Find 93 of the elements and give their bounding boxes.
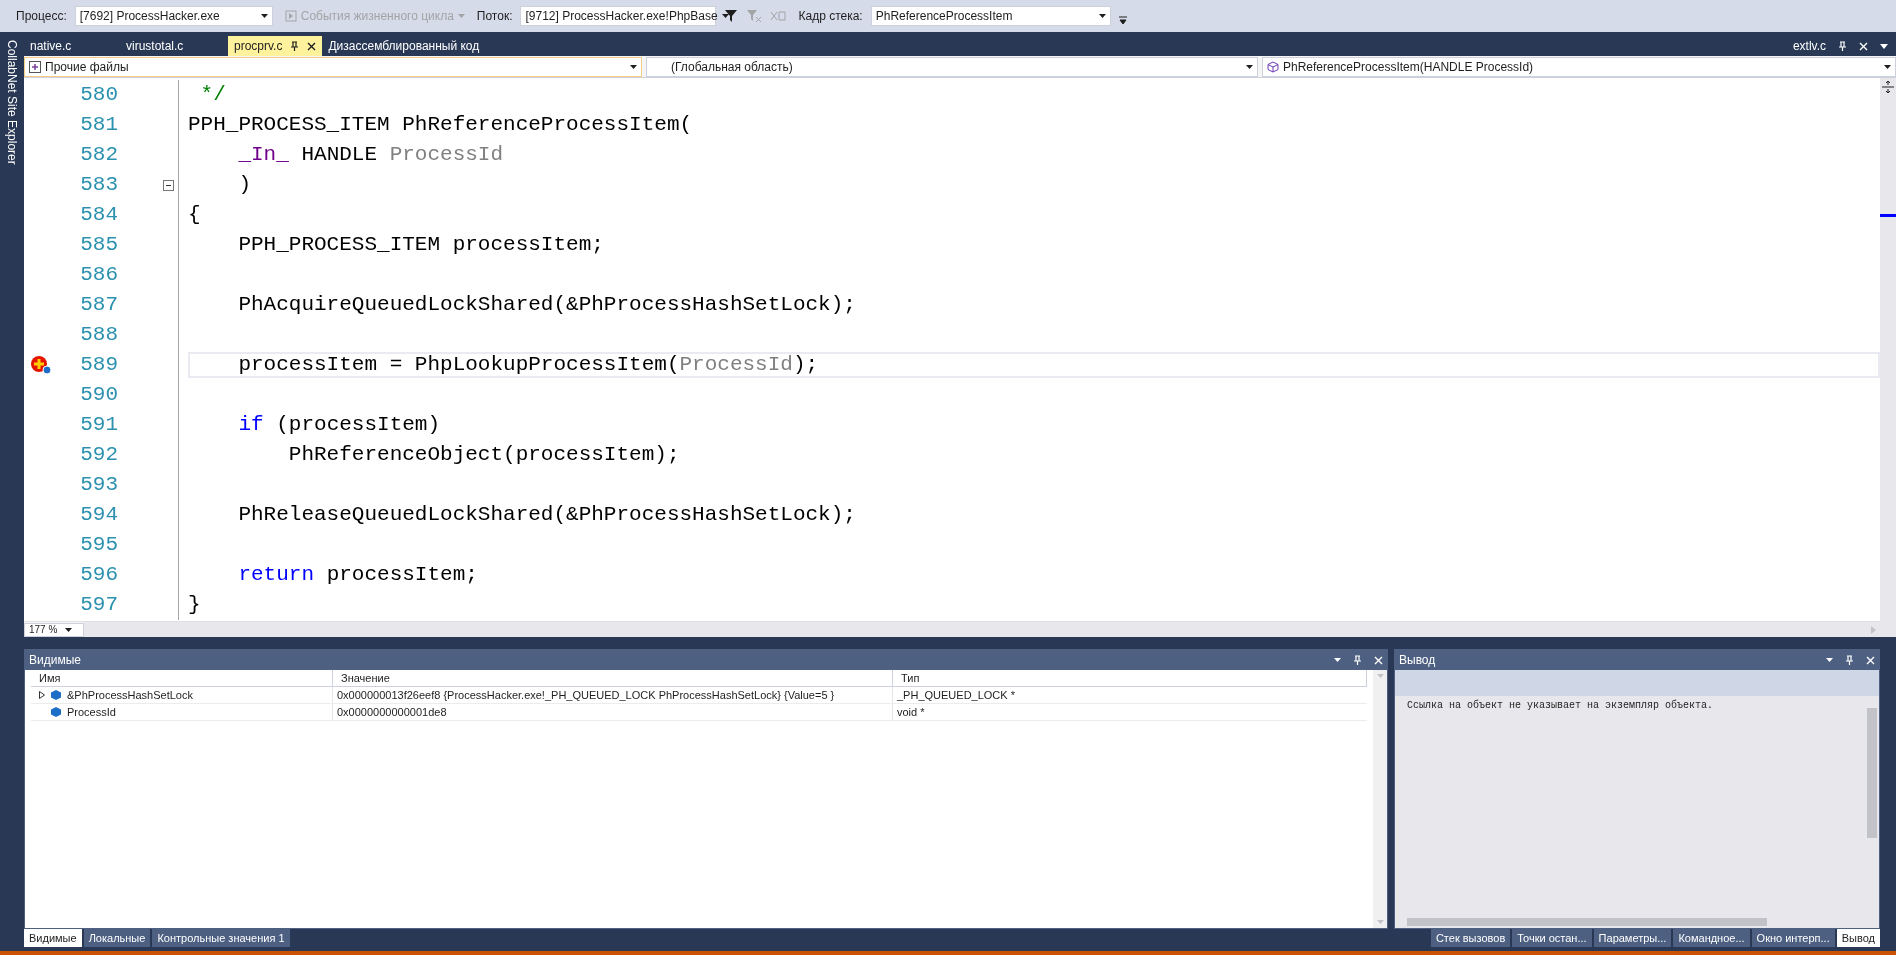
horizontal-scrollbar[interactable] <box>84 622 1880 637</box>
panel-title: Вывод <box>1399 652 1437 669</box>
document-tab[interactable]: virustotal.c <box>120 36 228 56</box>
table-cell-text: void * <box>896 704 926 720</box>
dropdown-caret-icon <box>1334 658 1341 662</box>
panel-tab[interactable]: Стек вызовов <box>1430 929 1511 947</box>
line-number: 592 <box>79 442 118 469</box>
code-line: PhReleaseQueuedLockShared(&PhProcessHashSetLock); <box>237 502 856 529</box>
scope-dropdown[interactable]: (Глобальная область) <box>646 56 1258 77</box>
line-number: 587 <box>79 292 118 319</box>
side-panel-tab[interactable]: CollabNet Site Explorer <box>3 40 21 165</box>
vertical-scrollbar[interactable] <box>1880 78 1896 637</box>
line-number: 586 <box>79 262 118 289</box>
panel-tab[interactable]: Вывод <box>1836 929 1880 947</box>
table-cell: 0x0000000000001de8 <box>333 704 893 720</box>
line-number: 593 <box>79 472 118 499</box>
line-number: 597 <box>79 592 118 619</box>
code-line: processItem = PhpLookupProcessItem(ProcessId); <box>237 352 819 379</box>
files-icon <box>29 60 41 73</box>
pin-icon[interactable] <box>290 41 300 51</box>
dropdown-caret-icon <box>1246 64 1253 69</box>
column-header[interactable]: Тип <box>893 670 1367 686</box>
line-number: 580 <box>79 82 118 109</box>
line-number: 594 <box>79 502 118 529</box>
line-number: 581 <box>79 112 118 139</box>
panel-tab[interactable]: Точки остан... <box>1512 929 1592 947</box>
close-icon[interactable] <box>307 41 317 51</box>
line-number: 588 <box>79 322 118 349</box>
line-number: 590 <box>79 382 118 409</box>
project-dropdown[interactable]: Прочие файлы <box>24 56 642 77</box>
line-number: 591 <box>79 412 118 439</box>
document-tab[interactable]: procprv.c <box>228 36 323 56</box>
stack-frame-label: Кадр стека: <box>798 8 863 25</box>
collapse-icon[interactable] <box>163 179 174 191</box>
process-dropdown[interactable]: [7692] ProcessHacker.exe <box>74 6 273 26</box>
code-line: ) <box>237 172 251 199</box>
line-number: 596 <box>79 562 118 589</box>
code-line: return processItem; <box>237 562 478 589</box>
dropdown-caret-icon <box>1098 14 1106 18</box>
document-tab[interactable]: native.c <box>24 36 120 56</box>
zoom-dropdown[interactable]: 177 % <box>24 622 84 637</box>
table-cell-text: _PH_QUEUED_LOCK * <box>896 687 1016 703</box>
panel-tab[interactable]: Видимые <box>24 929 82 947</box>
code-line: PPH_PROCESS_ITEM PhReferenceProcessItem( <box>188 112 693 139</box>
process-label: Процесс: <box>15 8 67 25</box>
panel-tab[interactable]: Контрольные значения 1 <box>152 929 290 947</box>
code-line: _In_ HANDLE ProcessId <box>237 142 504 169</box>
code-line: PhAcquireQueuedLockShared(&PhProcessHashSetLock); <box>237 292 856 319</box>
dropdown-caret-icon <box>1826 658 1833 662</box>
dropdown-caret-icon <box>65 627 73 632</box>
thread-label: Поток: <box>476 8 513 25</box>
dropdown-caret-icon <box>1376 674 1384 678</box>
code-line: if (processItem) <box>237 412 441 439</box>
dropdown-caret-icon <box>260 14 268 18</box>
panel-tab[interactable]: Окно интерп... <box>1751 929 1835 947</box>
expand-icon[interactable] <box>39 691 45 699</box>
dropdown-caret-icon <box>1884 64 1891 69</box>
panel-title: Видимые <box>29 652 82 669</box>
column-header[interactable]: Значение <box>333 670 893 686</box>
cube-icon <box>1267 60 1279 73</box>
code-line: } <box>188 592 201 619</box>
dropdown-caret-icon[interactable] <box>1880 43 1888 49</box>
code-line: */ <box>199 82 226 109</box>
breakpoint-icon[interactable] <box>30 355 52 375</box>
table-cell: 0x000000013f26eef8 {ProcessHacker.exe!_PH_QUEUED_LOCK PhProcessHashSetLock} {Value=5 } <box>333 687 893 703</box>
output-text: Ссылка на объект не указывает на экземпляр объекта. <box>1406 698 1715 713</box>
line-number: 595 <box>79 532 118 559</box>
column-header[interactable]: Имя <box>31 670 333 686</box>
overflow-tab[interactable]: extlv.c <box>1792 37 1826 55</box>
code-line: { <box>188 202 201 229</box>
vertical-scrollbar[interactable] <box>1373 670 1387 928</box>
document-tab[interactable]: Дизассемблированный код <box>322 36 486 56</box>
table-cell-text: ProcessId <box>67 704 116 720</box>
toolbar-overflow-icon[interactable] <box>1118 16 1127 24</box>
line-number: 582 <box>79 142 118 169</box>
stack-frame-dropdown[interactable]: PhReferenceProcessItem <box>870 6 1111 26</box>
dropdown-caret-icon <box>457 14 465 18</box>
line-number: 589 <box>79 352 118 379</box>
code-line: PPH_PROCESS_ITEM processItem; <box>237 232 604 259</box>
split-icon[interactable] <box>1881 80 1895 94</box>
filter-icon[interactable] <box>724 9 739 23</box>
panel-tab[interactable]: Параметры... <box>1593 929 1672 947</box>
table-cell-text: &PhProcessHashSetLock <box>67 687 193 703</box>
code-line: PhReferenceObject(processItem); <box>287 442 680 469</box>
dropdown-caret-icon <box>1376 920 1384 924</box>
line-number: 585 <box>79 232 118 259</box>
panel-tab[interactable]: Локальные <box>83 929 151 947</box>
line-number: 584 <box>79 202 118 229</box>
dropdown-caret-icon <box>630 64 637 69</box>
panel-tab[interactable]: Командное... <box>1673 929 1750 947</box>
line-number: 583 <box>79 172 118 199</box>
dropdown-caret-icon <box>721 14 729 18</box>
member-dropdown[interactable]: PhReferenceProcessItem(HANDLE ProcessId) <box>1262 56 1896 77</box>
